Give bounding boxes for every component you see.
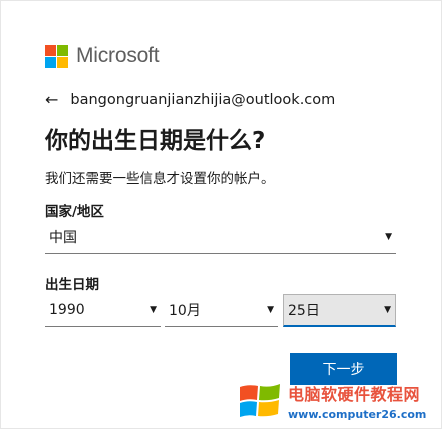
month-value: 10月 (169, 303, 201, 319)
chevron-down-icon: ▼ (150, 305, 157, 315)
chevron-down-icon: ▼ (267, 305, 274, 315)
signup-card: Microsoft ← bangongruanjianzhijia@outloo… (0, 0, 442, 429)
brand-name: Microsoft (76, 44, 160, 67)
watermark-url: www.computer26.com (288, 407, 427, 421)
watermark: 电脑软硬件教程网 www.computer26.com (238, 372, 442, 429)
country-select[interactable]: 中国 ▼ (45, 221, 396, 254)
page-title: 你的出生日期是什么? (45, 128, 266, 154)
day-select[interactable]: 25日 ▼ (283, 294, 396, 327)
country-value: 中国 (49, 230, 77, 246)
identity-banner: ← bangongruanjianzhijia@outlook.com (45, 90, 335, 109)
watermark-text: 电脑软硬件教程网 www.computer26.com (288, 381, 426, 421)
month-select[interactable]: 10月 ▼ (165, 294, 278, 327)
chevron-down-icon: ▼ (385, 232, 392, 242)
birthdate-label: 出生日期 (45, 277, 99, 293)
windows-logo-icon (238, 381, 282, 421)
microsoft-logo: Microsoft (45, 44, 160, 68)
arrow-left-icon[interactable]: ← (45, 90, 58, 109)
microsoft-logo-icon (45, 44, 68, 68)
day-value: 25日 (288, 303, 320, 319)
account-email: bangongruanjianzhijia@outlook.com (70, 91, 336, 108)
chevron-down-icon: ▼ (384, 305, 391, 315)
page-subtitle: 我们还需要一些信息才设置你的帐户。 (45, 171, 275, 187)
watermark-title: 电脑软硬件教程网 (288, 384, 421, 404)
country-label: 国家/地区 (45, 204, 104, 220)
year-value: 1990 (49, 302, 85, 318)
year-select[interactable]: 1990 ▼ (45, 294, 161, 327)
